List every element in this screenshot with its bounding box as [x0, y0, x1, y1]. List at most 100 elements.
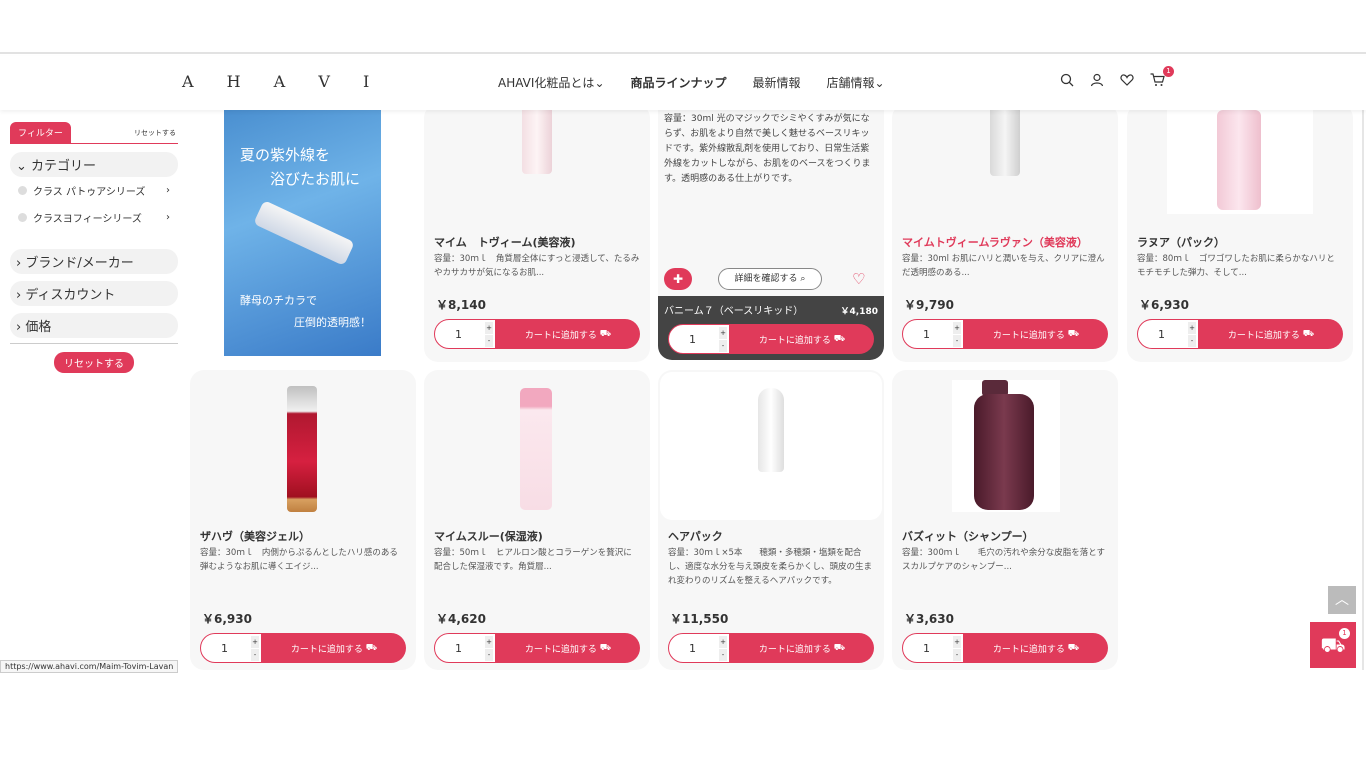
qty-minus-button[interactable]: - [953, 649, 961, 661]
browser-status-url: https://www.ahavi.com/Maim-Tovim-Lavan [0, 660, 179, 673]
quantity-stepper[interactable]: 1 + - [434, 319, 496, 349]
qty-plus-button[interactable]: + [485, 322, 493, 334]
quantity-stepper[interactable]: 1 + - [902, 319, 964, 349]
nav-news[interactable]: 最新情報 [753, 74, 801, 91]
add-to-cart-row: 1 + - カートに追加する ⛟ [1137, 319, 1343, 349]
product-name[interactable]: ヘアパック [668, 528, 723, 544]
product-image[interactable] [464, 380, 610, 520]
product-image[interactable] [952, 380, 1060, 512]
discount-filter-toggle[interactable]: › ディスカウント [10, 281, 178, 306]
page-scrollbar-track[interactable] [1362, 110, 1364, 670]
cart-icon: ⛟ [365, 642, 378, 653]
filter-tab[interactable]: フィルター [10, 122, 71, 143]
add-to-cart-row: 1 + - カートに追加する ⛟ [434, 633, 640, 663]
product-name[interactable]: ザハヴ（美容ジェル） [200, 528, 310, 544]
product-price: ￥6,930 [1139, 298, 1189, 312]
product-description: 容量：30ｍｌ 角質層全体にすっと浸透して、たるみやカサカサが気になるお肌... [434, 254, 640, 278]
qty-plus-button[interactable]: + [1188, 322, 1196, 334]
chevron-right-icon: › [16, 320, 22, 335]
reset-link[interactable]: リセットする [134, 128, 176, 138]
product-image[interactable] [230, 380, 376, 520]
filter-sidebar: フィルター リセットする ⌄ カテゴリー クラス パトゥアシリーズ › クラスヨフ… [10, 122, 178, 373]
heart-icon[interactable] [1120, 72, 1136, 88]
chevron-down-icon: ⌄ [16, 159, 27, 174]
add-to-cart-button[interactable]: カートに追加する ⛟ [964, 319, 1108, 349]
nav-about[interactable]: AHAVI化粧品とは⌄ [498, 74, 605, 91]
reset-button[interactable]: リセットする [54, 352, 134, 373]
category-item-yofi[interactable]: クラスヨフィーシリーズ › [10, 204, 178, 231]
nav-stores[interactable]: 店舗情報⌄ [827, 74, 885, 91]
product-name[interactable]: マイムスルー(保湿液) [434, 528, 543, 544]
add-plus-button[interactable]: ✚ [664, 268, 692, 290]
cart-icon: ⛟ [1067, 328, 1080, 339]
product-name[interactable]: バズィット（シャンプー） [902, 528, 1034, 544]
product-card[interactable]: マイムトヴィームラヴァン（美容液） 容量：30ml お肌にハリと潤いを与え、クリ… [892, 104, 1118, 362]
top-blank-area [0, 0, 1366, 54]
quantity-stepper[interactable]: 1 + - [434, 633, 496, 663]
product-card[interactable]: マイムスルー(保湿液) 容量：50ｍｌ ヒアルロン酸とコラーゲンを贅沢に配合した… [424, 370, 650, 670]
cart-icon: ⛟ [1302, 328, 1315, 339]
view-details-button[interactable]: 詳細を確認する ⌕ [718, 268, 822, 290]
qty-plus-button[interactable]: + [719, 636, 727, 648]
product-name[interactable]: マイム トヴィーム(美容液) [434, 234, 576, 250]
cart-count-badge: 1 [1163, 66, 1174, 77]
quantity-stepper[interactable]: 1 + - [902, 633, 964, 663]
qty-plus-button[interactable]: + [953, 636, 961, 648]
add-to-cart-row: 1 + - カートに追加する ⛟ [200, 633, 406, 663]
product-name[interactable]: バニーム７（ベースリキッド） [664, 302, 803, 317]
qty-plus-button[interactable]: + [251, 636, 259, 648]
product-card[interactable]: バズィット（シャンプー） 容量：300ｍｌ 毛穴の汚れや余分な皮脂を落とすスカル… [892, 370, 1118, 670]
qty-plus-button[interactable]: + [953, 322, 961, 334]
add-to-cart-button[interactable]: カートに追加する ⛟ [496, 633, 640, 663]
quantity-stepper[interactable]: 1 + - [200, 633, 262, 663]
nav-products[interactable]: 商品ラインナップ [631, 74, 727, 91]
add-to-cart-row: 1 + - カートに追加する ⛟ [902, 633, 1108, 663]
product-image[interactable] [932, 104, 1078, 204]
category-item-patua[interactable]: クラス パトゥアシリーズ › [10, 177, 178, 204]
product-card[interactable]: マイム トヴィーム(美容液) 容量：30ｍｌ 角質層全体にすっと浸透して、たるみ… [424, 104, 650, 362]
add-to-cart-row: 1 + - カートに追加する ⛟ [668, 324, 874, 354]
add-to-cart-button[interactable]: カートに追加する ⛟ [730, 324, 874, 354]
add-to-cart-button[interactable]: カートに追加する ⛟ [1199, 319, 1343, 349]
quantity-stepper[interactable]: 1 + - [668, 324, 730, 354]
promo-banner[interactable]: 夏の紫外線を 浴びたお肌に 酵母のチカラで 圧倒的透明感！ [224, 110, 381, 356]
qty-plus-button[interactable]: + [719, 327, 727, 339]
qty-minus-button[interactable]: - [953, 335, 961, 347]
cart-icon: ⛟ [599, 328, 612, 339]
product-card[interactable]: ザハヴ（美容ジェル） 容量：30ｍｌ 内側からぷるんとしたハリ感のある弾むような… [190, 370, 416, 670]
quantity-stepper[interactable]: 1 + - [1137, 319, 1199, 349]
product-card-hover[interactable]: 容量：30ml 光のマジックでシミやくすみが気にならず、お肌をより自然で美しく魅… [658, 110, 884, 360]
product-image[interactable] [660, 372, 882, 520]
qty-minus-button[interactable]: - [719, 649, 727, 661]
scroll-to-top-button[interactable]: ︿ [1328, 586, 1356, 614]
add-to-cart-button[interactable]: カートに追加する ⛟ [730, 633, 874, 663]
qty-minus-button[interactable]: - [485, 649, 493, 661]
price-filter-toggle[interactable]: › 価格 [10, 313, 178, 338]
add-to-cart-button[interactable]: カートに追加する ⛟ [496, 319, 640, 349]
search-icon[interactable] [1060, 72, 1076, 88]
add-to-cart-button[interactable]: カートに追加する ⛟ [964, 633, 1108, 663]
site-logo[interactable]: A H A V I [182, 72, 383, 91]
add-to-cart-row: 1 + - カートに追加する ⛟ [668, 633, 874, 663]
product-image[interactable] [1167, 104, 1313, 214]
product-card[interactable]: ヘアパック 容量：30ｍｌ×5本 穂類・多穂類・塩類を配合し、適度な水分を与え頭… [658, 370, 884, 670]
user-icon[interactable] [1090, 72, 1106, 88]
qty-minus-button[interactable]: - [1188, 335, 1196, 347]
qty-minus-button[interactable]: - [719, 340, 727, 352]
product-name[interactable]: マイムトヴィームラヴァン（美容液） [902, 234, 1088, 250]
qty-plus-button[interactable]: + [485, 636, 493, 648]
favorite-heart-icon[interactable]: ♡ [852, 270, 865, 288]
brand-filter-toggle[interactable]: › ブランド/メーカー [10, 249, 178, 274]
cart-icon[interactable]: 1 [1150, 66, 1174, 88]
floating-cart-button[interactable]: ⛟ 1 [1310, 622, 1356, 668]
banner-line-4: 圧倒的透明感！ [294, 316, 371, 329]
category-toggle[interactable]: ⌄ カテゴリー [10, 152, 178, 177]
qty-minus-button[interactable]: - [251, 649, 259, 661]
qty-minus-button[interactable]: - [485, 335, 493, 347]
product-image[interactable] [464, 104, 610, 204]
product-name[interactable]: ラヌア（パック） [1137, 234, 1225, 250]
add-to-cart-button[interactable]: カートに追加する ⛟ [262, 633, 406, 663]
chevron-right-icon: › [16, 256, 22, 271]
product-card[interactable]: ラヌア（パック） 容量：80ｍｌ ゴワゴワしたお肌に柔らかなハリとモチモチした弾… [1127, 104, 1353, 362]
quantity-stepper[interactable]: 1 + - [668, 633, 730, 663]
